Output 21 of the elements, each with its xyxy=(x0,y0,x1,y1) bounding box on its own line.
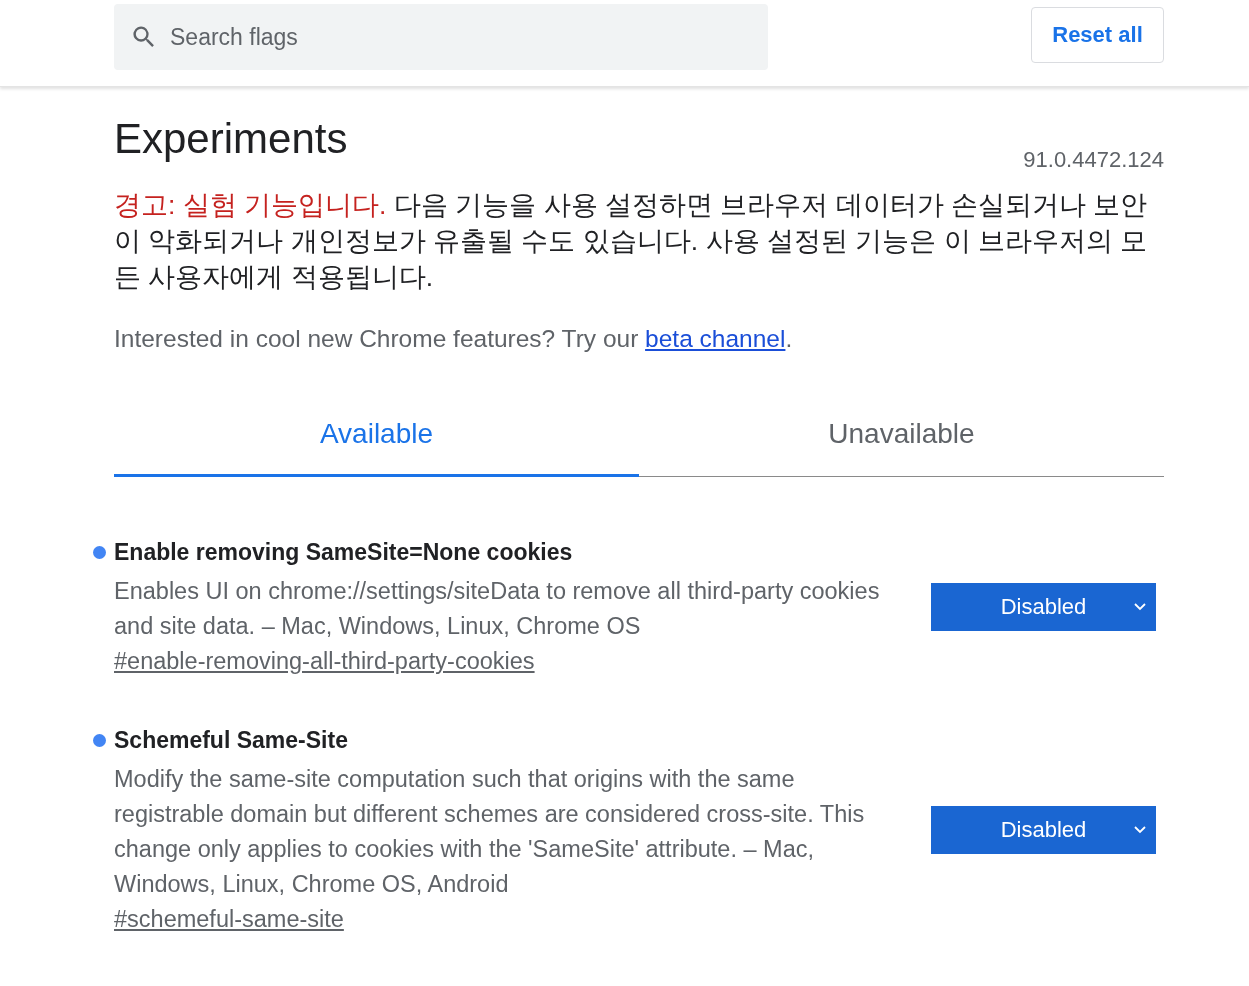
version-number: 91.0.4472.124 xyxy=(1023,147,1164,173)
flag-description: Modify the same-site computation such that origins with the same registrable domain but different schemes are considered cross-site. This change only applies to cookies with the 'SameSite' attribute. – Mac, Windows, Linux, Chrome OS, Android xyxy=(114,765,866,899)
flag-anchor-link[interactable]: #enable-removing-all-third-party-cookies xyxy=(114,648,535,675)
state-dropdown[interactable]: Disabled xyxy=(931,806,1156,854)
state-dropdown[interactable]: Disabled xyxy=(931,583,1156,631)
flag-name: Schemeful Same-Site xyxy=(114,727,348,754)
bullet-icon xyxy=(93,546,106,559)
tab[interactable]: Unavailable xyxy=(639,393,1164,477)
chevron-down-icon xyxy=(1134,603,1146,611)
flag-anchor-link[interactable]: #schemeful-same-site xyxy=(114,906,344,933)
beta-channel-link[interactable]: beta channel xyxy=(645,325,786,352)
chevron-down-icon xyxy=(1134,826,1146,834)
intro-text: Interested in cool new Chrome features? Try our beta channel. xyxy=(114,325,794,353)
flag-name: Enable removing SameSite=None cookies xyxy=(114,539,573,566)
tab[interactable]: Available xyxy=(114,393,639,477)
reset-all-button[interactable]: Reset all xyxy=(1031,7,1164,63)
bullet-icon xyxy=(93,734,106,747)
page-title: Experiments xyxy=(114,115,348,163)
flag-description: Enables UI on chrome://settings/siteData to remove all third-party cookies and site data. – Mac, Windows, Linux, Chrome OS xyxy=(114,577,881,641)
warning-text: 경고: 실험 기능입니다. 다음 기능을 사용 설정하면 브라우저 데이터가 손실되거나 보안이 악화되거나 개인정보가 유출될 수도 있습니다. 사용 설정된 기능은 이 브라우저의 모든 사용자에게 적용됩니다. xyxy=(114,189,1149,294)
search-field[interactable]: Search flags xyxy=(114,4,768,70)
